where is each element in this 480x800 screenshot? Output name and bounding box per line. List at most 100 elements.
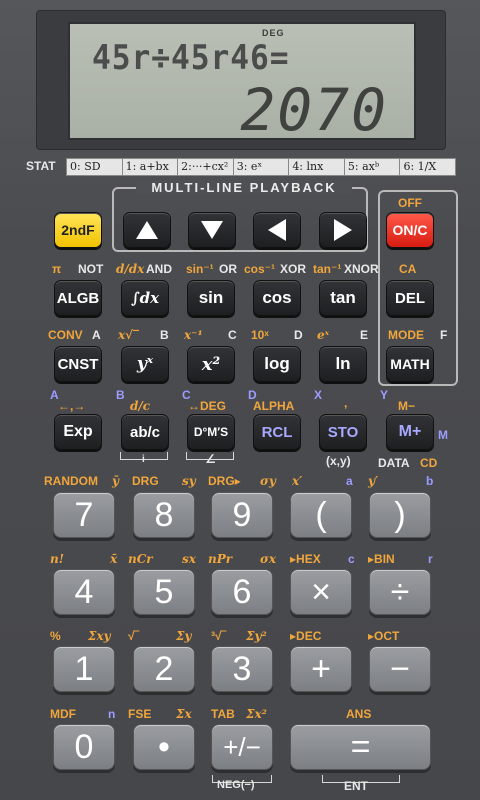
mdf-label: MDF: [50, 707, 76, 721]
stat-mode-5: 5: axᵇ: [345, 159, 401, 175]
cnst-key[interactable]: CNST: [54, 346, 102, 382]
ddx-label: d/dx: [116, 262, 145, 276]
deg-indicator: DEG: [262, 28, 285, 38]
sign-change-key[interactable]: +/−: [211, 724, 273, 770]
digit-0-key[interactable]: 0: [53, 724, 115, 770]
sy-label: sy: [182, 474, 196, 488]
sto-key[interactable]: STO: [319, 414, 367, 450]
angle-label: ∠: [205, 452, 216, 466]
digit-8-key[interactable]: 8: [133, 492, 195, 538]
sin-key[interactable]: sin: [187, 280, 235, 316]
cos-key[interactable]: cos: [253, 280, 301, 316]
cd-label: CD: [420, 456, 438, 470]
log-key[interactable]: log: [253, 346, 301, 382]
xprime-label: x′: [292, 474, 303, 488]
c-label: C: [228, 328, 237, 342]
tab-label: TAB: [211, 707, 235, 721]
drg-convert-label: DRG▸: [208, 474, 241, 488]
algb-key[interactable]: ALGB: [54, 280, 102, 316]
fraction-key[interactable]: ab/c: [121, 414, 169, 450]
down-arrow-key[interactable]: [188, 212, 236, 248]
xroot-label: x√‾: [118, 328, 140, 342]
dms-key[interactable]: D°M′S: [187, 414, 235, 450]
ans-label: ANS: [346, 707, 372, 721]
left-arrow-key[interactable]: [253, 212, 301, 248]
ybar-label: ȳ: [112, 474, 119, 488]
neg-label: NEG(−): [217, 779, 255, 791]
playback-title: MULTI-LINE PLAYBACK: [136, 180, 352, 195]
conv-label: CONV: [48, 328, 83, 342]
stat-label: STAT: [26, 159, 56, 173]
tan-key[interactable]: tan: [319, 280, 367, 316]
stat-modes: 0: SD 1: a+bx 2:···+cx² 3: eˣ 4: lnx 5: axᵇ 6:…: [66, 158, 456, 176]
digit-5-key[interactable]: 5: [133, 569, 195, 615]
alpha-label: ALPHA: [253, 399, 295, 413]
minus-key[interactable]: −: [369, 646, 431, 692]
up-arrow-icon: [136, 221, 158, 239]
divide-key[interactable]: ÷: [369, 569, 431, 615]
cbrt-label: ³√‾: [211, 629, 226, 643]
asin-label: sin⁻¹: [186, 262, 214, 276]
decimal-point-key[interactable]: •: [133, 724, 195, 770]
ncr-label: nCr: [128, 552, 153, 566]
exp-key[interactable]: Exp: [54, 414, 102, 450]
math-key[interactable]: MATH: [386, 346, 434, 382]
off-label: OFF: [398, 196, 422, 210]
stat-mode-1: 1: a+bx: [123, 159, 179, 175]
and-label: AND: [146, 262, 172, 276]
mode-label: MODE: [388, 328, 424, 342]
delete-key[interactable]: DEL: [386, 280, 434, 316]
percent-label: %: [50, 629, 61, 643]
digit-9-key[interactable]: 9: [211, 492, 273, 538]
right-arrow-icon: [334, 219, 352, 241]
drg-label: DRG: [132, 474, 159, 488]
digit-1-key[interactable]: 1: [53, 646, 115, 692]
ex-label: eˣ: [317, 328, 330, 342]
atan-label: tan⁻¹: [313, 262, 342, 276]
d-label: D: [294, 328, 303, 342]
xy-label: (x,y): [326, 454, 351, 468]
stat-mode-3: 3: eˣ: [234, 159, 290, 175]
multiply-key[interactable]: ×: [290, 569, 352, 615]
digit-2-key[interactable]: 2: [133, 646, 195, 692]
xnor-label: XNOR: [344, 262, 379, 276]
f-label: F: [440, 328, 448, 342]
xinv-label: x⁻¹: [184, 328, 203, 342]
digit-4-key[interactable]: 4: [53, 569, 115, 615]
digit-6-key[interactable]: 6: [211, 569, 273, 615]
ln-key[interactable]: ln: [319, 346, 367, 382]
equals-key[interactable]: =: [290, 724, 431, 770]
result-line: 2070: [240, 76, 388, 144]
not-label: NOT: [78, 262, 104, 276]
factorial-label: n!: [50, 552, 64, 566]
oct-label: ▸OCT: [368, 629, 400, 643]
up-arrow-key[interactable]: [123, 212, 171, 248]
a-label: A: [92, 328, 101, 342]
digit-7-key[interactable]: 7: [53, 492, 115, 538]
power-key[interactable]: yˣ: [121, 346, 169, 382]
sigma-x-label: σx: [260, 552, 277, 566]
square-key[interactable]: x²: [187, 346, 235, 382]
right-arrow-key[interactable]: [319, 212, 367, 248]
tenx-label: 10ˣ: [251, 328, 269, 342]
dc-label: d/c: [130, 399, 151, 413]
memory-plus-key[interactable]: M+: [386, 414, 434, 450]
digit-3-key[interactable]: 3: [211, 646, 273, 692]
left-paren-key[interactable]: (: [290, 492, 352, 538]
x-var-label: X: [314, 388, 323, 402]
y-var-label: Y: [380, 388, 389, 402]
yprime-label: y′: [368, 474, 379, 488]
on-clear-key[interactable]: ON/C: [386, 212, 434, 248]
todeg-label: ↔DEG: [188, 399, 227, 413]
m-var-label: M: [438, 428, 448, 442]
integral-key[interactable]: ∫dx: [121, 280, 169, 316]
plus-key[interactable]: +: [290, 646, 352, 692]
second-function-key[interactable]: 2ndF: [54, 212, 102, 248]
rcl-key[interactable]: RCL: [253, 414, 301, 450]
mminus-label: M−: [398, 399, 416, 413]
right-paren-key[interactable]: ): [369, 492, 431, 538]
down-arrow-icon: [201, 221, 223, 239]
bin-label: ▸BIN: [368, 552, 395, 566]
comma-label: ,: [344, 396, 348, 410]
stat-mode-6: 6: 1/X: [403, 160, 437, 173]
